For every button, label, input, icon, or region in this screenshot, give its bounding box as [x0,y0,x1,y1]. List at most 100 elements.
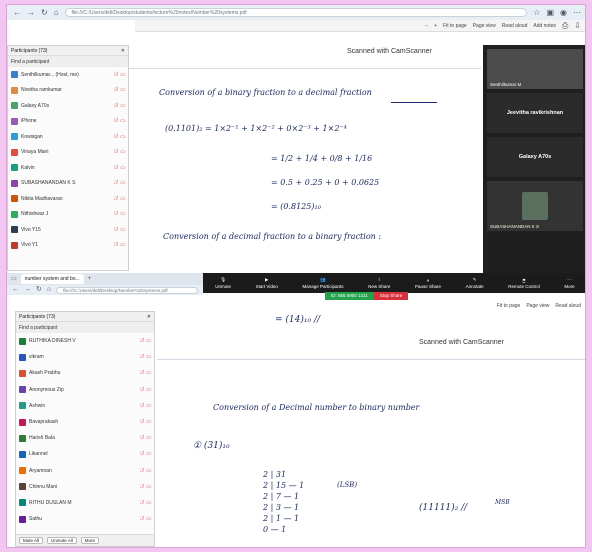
save-icon[interactable]: ⇩ [574,21,581,30]
add-notes-button[interactable]: Add notes [533,23,556,29]
muted-mic-icon[interactable]: 🎙̸ [140,338,144,344]
muted-mic-icon[interactable]: 🎙̸ [140,419,144,425]
home-icon[interactable]: ⌂ [47,286,51,294]
muted-mic-icon[interactable]: 🎙̸ [140,370,144,376]
participant-row[interactable]: Anonymous Zip 🎙̸ ▭ [16,382,154,398]
video-tile-4[interactable]: SUBASHANANDAN K S [487,181,583,231]
muted-mic-icon[interactable]: 🎙̸ [114,134,118,140]
video-tile-1[interactable]: Senthilkumar M [487,49,583,89]
close-icon[interactable]: ✕ [147,314,151,320]
fit-to-page-button[interactable]: Fit to page [497,303,521,309]
back-icon[interactable]: ← [13,8,21,17]
collections-icon[interactable]: ▣ [546,8,554,17]
refresh-icon[interactable]: ↻ [41,8,48,17]
muted-mic-icon[interactable]: 🎙̸ [114,149,118,155]
video-tile-2[interactable]: Jeevitha ravikrishnan [487,93,583,133]
mute-all-button[interactable]: Mute All [19,537,44,544]
participant-row[interactable]: vikram 🎙̸ ▭ [16,349,154,365]
new-tab-icon[interactable]: + [88,275,92,283]
star-icon[interactable]: ☆ [533,8,540,17]
muted-mic-icon[interactable]: 🎙̸ [140,451,144,457]
read-aloud-button[interactable]: Read aloud [555,303,581,309]
muted-mic-icon[interactable]: 🎙̸ [140,484,144,490]
muted-mic-icon[interactable]: 🎙̸ [114,227,118,233]
manage-participants-button[interactable]: 👥 Manage Participants [302,277,343,289]
zoom-in-button[interactable]: + [434,23,437,29]
profile-icon[interactable]: ◉ [560,8,567,17]
back-icon[interactable]: ← [12,286,19,294]
video-off-icon: ▭ [120,118,125,125]
participant-row[interactable]: RITHU DUSLAN M 🎙̸ ▭ [16,495,154,511]
participant-row[interactable]: Sathu 🎙̸ ▭ [16,511,154,527]
participant-row[interactable]: Akash Prabhu 🎙̸ ▭ [16,365,154,381]
stop-share-button[interactable]: Stop Share [373,292,409,300]
participant-row[interactable]: Vivo Y15 🎙̸ ▭ [8,222,128,238]
muted-mic-icon[interactable]: 🎙̸ [140,516,144,522]
more-button[interactable]: ⋯ More [564,277,574,289]
participant-name: Kowsigan [21,133,43,140]
unmute-button[interactable]: 🎙 Unmute [215,277,231,289]
fit-to-page-button[interactable]: Fit to page [443,23,467,29]
participant-row[interactable]: Chinnu Mani 🎙̸ ▭ [16,479,154,495]
participant-row[interactable]: Nikita Madhavarao 🎙̸ ▭ [8,191,128,207]
muted-mic-icon[interactable]: 🎙̸ [114,118,118,124]
pause-share-button[interactable]: ⏸ Pause Share [415,278,441,289]
find-participant-input[interactable]: Find a participant [8,56,128,67]
muted-mic-icon[interactable]: 🎙̸ [140,403,144,409]
remote-control-button[interactable]: 🖱 Remote Control [508,278,540,289]
find-participant-input[interactable]: Find a participant [16,322,154,333]
forward-icon[interactable]: → [27,8,35,17]
participant-row[interactable]: iPhone 🎙̸ ▭ [8,114,128,130]
muted-mic-icon[interactable]: 🎙̸ [140,435,144,441]
muted-mic-icon[interactable]: 🎙̸ [114,87,118,93]
participant-row[interactable]: Bavaprakash 🎙̸ ▭ [16,414,154,430]
participant-row[interactable]: Senthilkumar... (Host, me) 🎙̸ ▭ [8,67,128,83]
participant-row[interactable]: Vinaya Mani 🎙̸ ▭ [8,145,128,161]
read-aloud-button[interactable]: Read aloud [502,23,528,29]
participant-row[interactable]: Nivetha ramkumar 🎙̸ ▭ [8,83,128,99]
muted-mic-icon[interactable]: 🎙̸ [114,72,118,78]
participant-row[interactable]: Likannel 🎙̸ ▭ [16,446,154,462]
page-view-button[interactable]: Page view [526,303,549,309]
annotate-button[interactable]: ✎ Annotate [466,277,484,289]
muted-mic-icon[interactable]: 🎙̸ [114,242,118,248]
tab-actions-icon[interactable]: ▭ [11,275,17,283]
new-share-button[interactable]: ⬆ New Share [368,277,390,289]
participant-row[interactable]: Aryamnan 🎙̸ ▭ [16,463,154,479]
video-tile-3[interactable]: Galaxy A70s [487,137,583,177]
muted-mic-icon[interactable]: 🎙̸ [114,165,118,171]
print-icon[interactable]: ⎙ [562,21,568,30]
page-view-button[interactable]: Page view [473,23,496,29]
zoom-out-button[interactable]: − [425,23,428,29]
muted-mic-icon[interactable]: 🎙̸ [114,196,118,202]
participant-row[interactable]: Kowsigan 🎙̸ ▭ [8,129,128,145]
more-button[interactable]: More [80,537,100,544]
muted-mic-icon[interactable]: 🎙̸ [140,387,144,393]
home-icon[interactable]: ⌂ [54,8,59,17]
participant-row[interactable]: Nithishwar J 🎙̸ ▭ [8,207,128,223]
browser-tab[interactable]: number system and bo... [20,274,84,284]
close-icon[interactable]: ✕ [121,48,125,54]
participant-name: Vivo Y1 [21,242,39,249]
participant-row[interactable]: Ashwin 🎙̸ ▭ [16,398,154,414]
start-video-button[interactable]: ▶ Start Video [256,277,278,289]
avatar [19,337,26,345]
muted-mic-icon[interactable]: 🎙̸ [140,354,144,360]
participant-row[interactable]: Kalvin 🎙̸ ▭ [8,160,128,176]
unmute-all-button[interactable]: Unmute All [47,537,77,544]
participant-row[interactable]: Vivo Y1 🎙̸ ▭ [8,238,128,254]
participant-row[interactable]: SUBASHANANDAN K S 🎙̸ ▭ [8,176,128,192]
menu-icon[interactable]: ⋯ [573,8,581,17]
participant-row[interactable]: RUTHIKA DINESH V 🎙̸ ▭ [16,333,154,349]
forward-icon[interactable]: → [24,286,31,294]
muted-mic-icon[interactable]: 🎙̸ [140,468,144,474]
muted-mic-icon[interactable]: 🎙̸ [140,500,144,506]
address-bar-bottom[interactable]: file:///C:/Users/dell/Desktop/Number%20s… [56,286,198,294]
muted-mic-icon[interactable]: 🎙̸ [114,180,118,186]
participant-row[interactable]: Harish Bala 🎙̸ ▭ [16,430,154,446]
muted-mic-icon[interactable]: 🎙̸ [114,211,118,217]
refresh-icon[interactable]: ↻ [36,286,42,294]
address-bar[interactable]: file:///C:/Users/dell/Desktop/students/l… [64,8,528,17]
muted-mic-icon[interactable]: 🎙̸ [114,103,118,109]
participant-row[interactable]: Galaxy A70s 🎙̸ ▭ [8,98,128,114]
